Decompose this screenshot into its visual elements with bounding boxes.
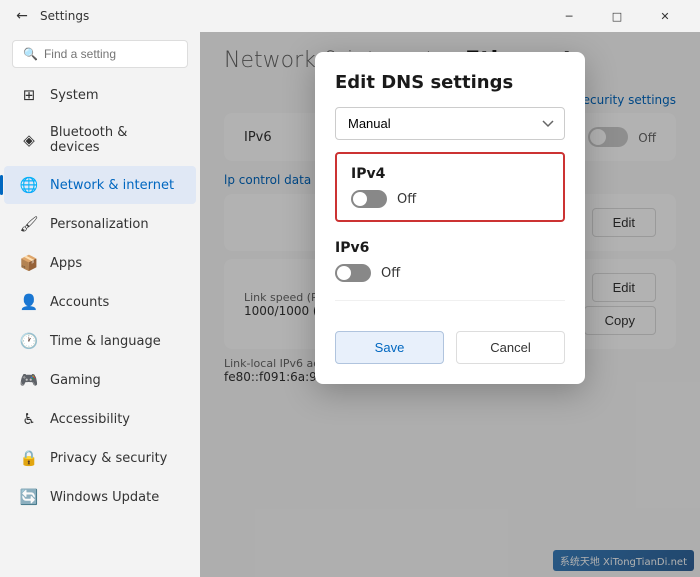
title-bar: ← Settings ─ □ ✕ [0,0,700,32]
gaming-icon: 🎮 [20,371,38,389]
sidebar-item-bluetooth[interactable]: ◈ Bluetooth & devices [4,115,196,165]
ipv6-dns-toggle[interactable] [335,264,371,282]
ipv6-section: IPv6 Off [335,236,565,286]
edit-dns-modal: Edit DNS settings Manual Automatic (DHCP… [315,52,585,384]
sidebar-item-label: Privacy & security [50,451,167,466]
window-controls: ─ □ ✕ [546,0,688,32]
sidebar-item-label: Personalization [50,217,149,232]
sidebar-item-accounts[interactable]: 👤 Accounts [4,283,196,321]
sidebar-item-update[interactable]: 🔄 Windows Update [4,478,196,516]
app-title: Settings [40,9,89,23]
sidebar-item-label: Gaming [50,373,101,388]
sidebar-item-label: Windows Update [50,490,159,505]
ipv6-toggle-row: Off [335,264,565,282]
system-icon: ⊞ [20,86,38,104]
ipv6-dns-title: IPv6 [335,240,565,256]
ipv6-dns-toggle-label: Off [381,266,400,281]
sidebar-item-time[interactable]: 🕐 Time & language [4,322,196,360]
modal-body: IPv4 Off IPv6 Off [315,152,585,331]
ipv4-toggle-label: Off [397,192,416,207]
time-icon: 🕐 [20,332,38,350]
sidebar-item-label: Time & language [50,334,161,349]
sidebar-item-label: Accessibility [50,412,130,427]
sidebar-item-gaming[interactable]: 🎮 Gaming [4,361,196,399]
search-input[interactable] [44,47,177,61]
sidebar-item-accessibility[interactable]: ♿ Accessibility [4,400,196,438]
sidebar-item-apps[interactable]: 📦 Apps [4,244,196,282]
ipv4-toggle-row: Off [351,190,549,208]
ipv4-title: IPv4 [351,166,549,182]
privacy-icon: 🔒 [20,449,38,467]
update-icon: 🔄 [20,488,38,506]
sidebar-item-personalization[interactable]: 🖌 Personalization [4,205,196,243]
minimize-button[interactable]: ─ [546,0,592,32]
apps-icon: 📦 [20,254,38,272]
ipv4-toggle[interactable] [351,190,387,208]
accounts-icon: 👤 [20,293,38,311]
sidebar-item-label: Bluetooth & devices [50,125,180,155]
save-button[interactable]: Save [335,331,444,364]
back-button[interactable]: ← [12,6,32,26]
sidebar-item-system[interactable]: ⊞ System [4,76,196,114]
main-layout: 🔍 ⊞ System ◈ Bluetooth & devices 🌐 Netwo… [0,32,700,577]
content-area: Network & internet > Ethernet d security… [200,32,700,577]
modal-title: Edit DNS settings [335,72,565,93]
ipv4-section: IPv4 Off [335,152,565,222]
search-icon: 🔍 [23,47,38,61]
cancel-button[interactable]: Cancel [456,331,565,364]
accessibility-icon: ♿ [20,410,38,428]
sidebar-item-network[interactable]: 🌐 Network & internet [4,166,196,204]
close-button[interactable]: ✕ [642,0,688,32]
modal-overlay: Edit DNS settings Manual Automatic (DHCP… [200,32,700,577]
sidebar-item-label: Network & internet [50,178,174,193]
bluetooth-icon: ◈ [20,131,38,149]
sidebar-item-label: System [50,88,98,103]
modal-header: Edit DNS settings Manual Automatic (DHCP… [315,52,585,152]
modal-footer: Save Cancel [315,331,585,384]
sidebar: 🔍 ⊞ System ◈ Bluetooth & devices 🌐 Netwo… [0,32,200,577]
modal-divider [335,300,565,301]
maximize-button[interactable]: □ [594,0,640,32]
dns-mode-select[interactable]: Manual Automatic (DHCP) [335,107,565,140]
personalization-icon: 🖌 [20,215,38,233]
sidebar-item-label: Accounts [50,295,109,310]
search-box[interactable]: 🔍 [12,40,188,68]
sidebar-item-privacy[interactable]: 🔒 Privacy & security [4,439,196,477]
sidebar-item-label: Apps [50,256,82,271]
network-icon: 🌐 [20,176,38,194]
